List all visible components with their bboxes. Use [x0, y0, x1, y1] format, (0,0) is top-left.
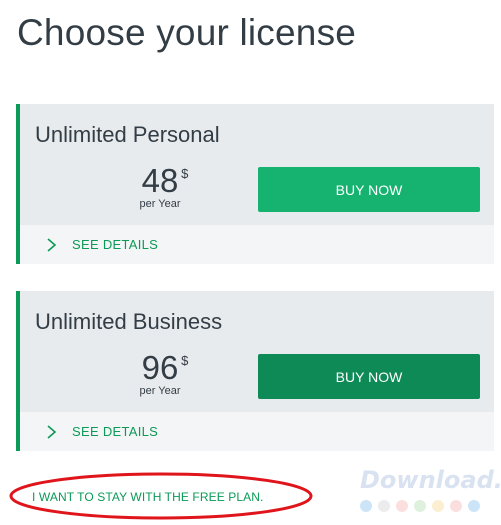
watermark-dot [360, 500, 372, 512]
watermark: Download.com.vn [360, 466, 501, 516]
watermark-dot [432, 500, 444, 512]
price: 96 $ [141, 349, 189, 387]
price-block: 96 $ per Year [120, 349, 200, 397]
watermark-dot [378, 500, 390, 512]
see-details-link-personal[interactable]: SEE DETAILS [20, 225, 494, 264]
plan-name: Unlimited Personal [35, 122, 220, 147]
buy-now-button-personal[interactable]: BUY NOW [258, 167, 480, 212]
watermark-dot [396, 500, 408, 512]
plan-card-personal: Unlimited Personal 48 $ per Year BUY NOW… [16, 104, 494, 264]
buy-now-button-business[interactable]: BUY NOW [258, 354, 480, 399]
watermark-dots [360, 500, 480, 512]
chevron-right-icon [47, 237, 57, 252]
price: 48 $ [141, 162, 189, 200]
price-currency: $ [181, 166, 189, 181]
watermark-text: Download.com.vn [360, 466, 501, 494]
chevron-right-icon [47, 424, 57, 439]
watermark-dot [414, 500, 426, 512]
stay-free-plan-link[interactable]: I WANT TO STAY WITH THE FREE PLAN. [32, 490, 263, 504]
price-amount: 48 [141, 162, 179, 199]
plan-name: Unlimited Business [35, 309, 223, 334]
see-details-link-business[interactable]: SEE DETAILS [20, 412, 494, 451]
page-title: Choose your license [17, 12, 357, 53]
watermark-dot [468, 500, 480, 512]
price-amount: 96 [141, 349, 179, 386]
watermark-dot [450, 500, 462, 512]
plan-card-business: Unlimited Business 96 $ per Year BUY NOW… [16, 291, 494, 451]
see-details-label: SEE DETAILS [72, 237, 159, 252]
price-block: 48 $ per Year [120, 162, 200, 210]
license-page: Choose your license Unlimited Personal 4… [0, 0, 501, 525]
see-details-label: SEE DETAILS [72, 424, 159, 439]
price-currency: $ [181, 353, 189, 368]
